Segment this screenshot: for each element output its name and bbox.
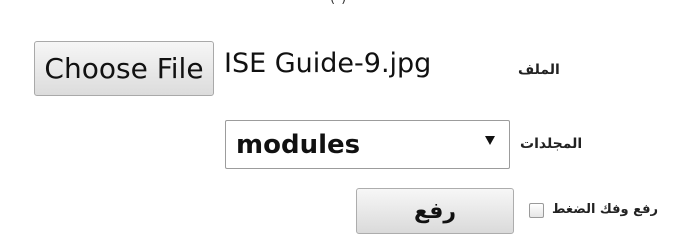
upload-form: ( ) Choose File ISE Guide-9.jpg الملف mo…: [0, 0, 689, 247]
folder-select[interactable]: modules: [225, 120, 510, 169]
chevron-down-icon: [485, 136, 495, 145]
upload-button[interactable]: رفع: [356, 188, 514, 234]
unzip-checkbox[interactable]: [529, 203, 544, 218]
selected-file-name: ISE Guide-9.jpg: [224, 48, 432, 79]
folder-select-value: modules: [236, 129, 361, 160]
folders-label: المجلدات: [520, 136, 583, 152]
choose-file-button[interactable]: Choose File: [34, 41, 214, 96]
cut-off-header-text: ( ): [330, 0, 347, 6]
unzip-label: رفع وفك الضغط: [552, 202, 659, 217]
file-label: الملف: [518, 62, 560, 78]
